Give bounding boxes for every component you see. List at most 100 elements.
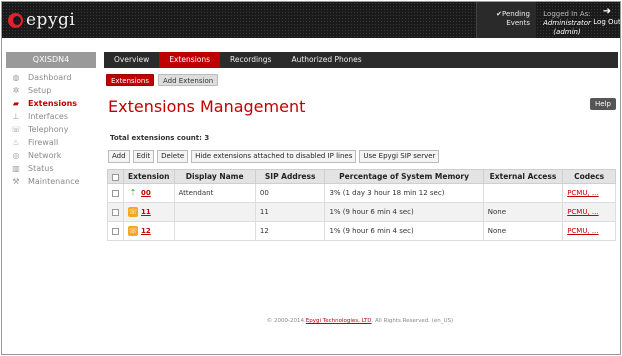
sidebar-item-maintenance[interactable]: ⚒ Maintenance [2,175,100,188]
network-icon: ◎ [12,151,20,160]
device-name: QXISDN4 [6,52,96,68]
sidebar-item-firewall[interactable]: ♨ Firewall [2,136,100,149]
memory-cell: 1% (9 hour 6 min 4 sec) [324,221,484,241]
sub-tab-bar: Extensions Add Extension [106,74,219,86]
column-header: External Access [482,169,564,184]
logo-text: epygi [26,10,76,30]
logout-icon: ➜ [602,6,612,17]
extension-link[interactable]: 12 [141,227,151,235]
login-info: Logged In As: Administrator (admin) [537,2,597,38]
extension-link[interactable]: 11 [141,208,151,216]
codecs-link[interactable]: PCMU, ... [567,208,598,216]
codecs-cell: PCMU, ... [562,183,616,203]
tab-recordings[interactable]: Recordings [220,52,281,68]
logo-mark [8,12,23,28]
attendant-icon: ⇡ [129,188,137,197]
sidebar-item-label: Extensions [28,99,78,108]
logged-in-label: Logged In As: [543,10,591,18]
table-body: ⇡ 00 Attendant 00 3% (1 day 3 hour 18 min 12… [107,183,616,241]
pending-label: ✔Pending [496,10,530,18]
external-access-cell: None [482,221,564,241]
logout-label: Log Out [593,18,621,26]
wrench-icon: ⚒ [12,177,20,186]
row-checkbox[interactable] [112,227,119,235]
sip-address-cell: 00 [254,183,326,203]
column-header: Extension [123,169,175,184]
subtab-add-extension[interactable]: Add Extension [158,74,219,86]
hide-disabled-lines-button[interactable]: Hide extensions attached to disabled IP … [191,150,357,163]
app-window: epygi ✔Pending Events Logged In As: Admi… [1,1,621,355]
tab-authorized-phones[interactable]: Authorized Phones [281,52,371,68]
row-select-cell [107,183,124,203]
sidebar-item-label: Telephony [28,125,69,134]
row-checkbox[interactable] [112,189,119,197]
sidebar-item-label: Interfaces [28,112,68,121]
logged-in-user: Administrator (admin) [543,19,591,36]
edit-button[interactable]: Edit [132,150,155,163]
column-header: Display Name [173,169,256,184]
logout-button[interactable]: ➜ Log Out [591,6,621,36]
extensions-table: Extension Display Name SIP Address Percenta… [107,169,616,241]
codecs-link[interactable]: PCMU, ... [567,227,598,235]
top-bar: epygi ✔Pending Events Logged In As: Admi… [2,2,620,38]
select-all-checkbox[interactable] [112,173,119,181]
table-row[interactable]: ⇡ 00 Attendant 00 3% (1 day 3 hour 18 min 12… [107,183,616,203]
sip-address-cell: 12 [254,221,326,241]
sidebar-item-extensions[interactable]: ▰ Extensions [2,97,100,110]
extension-cell: ☏ 11 [123,202,175,222]
display-name-cell [173,202,256,222]
column-header: Percentage of System Memory [324,169,484,184]
table-row[interactable]: ☏ 11 11 1% (9 hour 6 min 4 sec) None PCMU, ..… [107,202,616,222]
sidebar-item-interfaces[interactable]: ⊥ Interfaces [2,110,100,123]
tab-bar: Overview Extensions Recordings Authorized P… [104,52,618,68]
footer: © 2000-2014 Epygi Technologies, LTD. All… [100,318,620,324]
column-header: Codecs [562,169,616,184]
sidebar-item-telephony[interactable]: ☏ Telephony [2,123,100,136]
events-label: Events [506,19,530,27]
extension-cell: ☏ 12 [123,221,175,241]
phone-icon: ☏ [128,226,138,236]
footer-company-link[interactable]: Epygi Technologies, LTD [306,318,372,324]
extension-link[interactable]: 00 [141,189,151,197]
sidebar-item-dashboard[interactable]: ◍ Dashboard [2,71,100,84]
sidebar-nav: ◍ Dashboard ✲ Setup ▰ Extensions ⊥ Interfaces ☏ T… [2,71,100,188]
sidebar-item-status[interactable]: ▥ Status [2,162,100,175]
sip-address-cell: 11 [254,202,326,222]
delete-button[interactable]: Delete [157,150,189,163]
select-all-header[interactable] [107,169,124,184]
sidebar-item-label: Dashboard [28,73,72,82]
display-name-cell [173,221,256,241]
main-content: Overview Extensions Recordings Authorized P… [100,38,620,354]
help-button[interactable]: Help [590,98,616,110]
codecs-link[interactable]: PCMU, ... [567,189,598,197]
column-header: SIP Address [254,169,326,184]
pending-events-button[interactable]: ✔Pending Events [476,2,536,38]
sidebar-item-label: Status [28,164,54,173]
sidebar-item-network[interactable]: ◎ Network [2,149,100,162]
tab-extensions[interactable]: Extensions [159,52,221,68]
memory-cell: 3% (1 day 3 hour 18 min 12 sec) [324,183,484,203]
codecs-cell: PCMU, ... [562,221,616,241]
gear-icon: ✲ [12,86,20,95]
table-row[interactable]: ☏ 12 12 1% (9 hour 6 min 4 sec) None PCMU, ..… [107,221,616,241]
add-button[interactable]: Add [108,150,130,163]
dashboard-icon: ◍ [12,73,20,82]
memory-cell: 1% (9 hour 6 min 4 sec) [324,202,484,222]
row-checkbox[interactable] [112,208,119,216]
phone-icon: ☏ [10,125,21,134]
footer-suffix: . All Rights Reserved. (en_US) [371,318,454,324]
status-icon: ▥ [12,164,20,173]
interfaces-icon: ⊥ [12,112,20,121]
row-select-cell [107,221,124,241]
tab-overview[interactable]: Overview [104,52,159,68]
extensions-count: Total extensions count: 3 [110,134,210,142]
sidebar: QXISDN4 ◍ Dashboard ✲ Setup ▰ Extensions ⊥ Inte… [2,38,100,354]
display-name-cell: Attendant [173,183,256,203]
subtab-extensions[interactable]: Extensions [106,74,155,86]
phone-icon: ☏ [128,207,138,217]
toolbar: Add Edit Delete Hide extensions attached to… [108,150,440,163]
use-epygi-sip-button[interactable]: Use Epygi SIP server [359,150,440,163]
sidebar-item-setup[interactable]: ✲ Setup [2,84,100,97]
codecs-cell: PCMU, ... [562,202,616,222]
footer-prefix: © 2000-2014 [266,318,306,324]
